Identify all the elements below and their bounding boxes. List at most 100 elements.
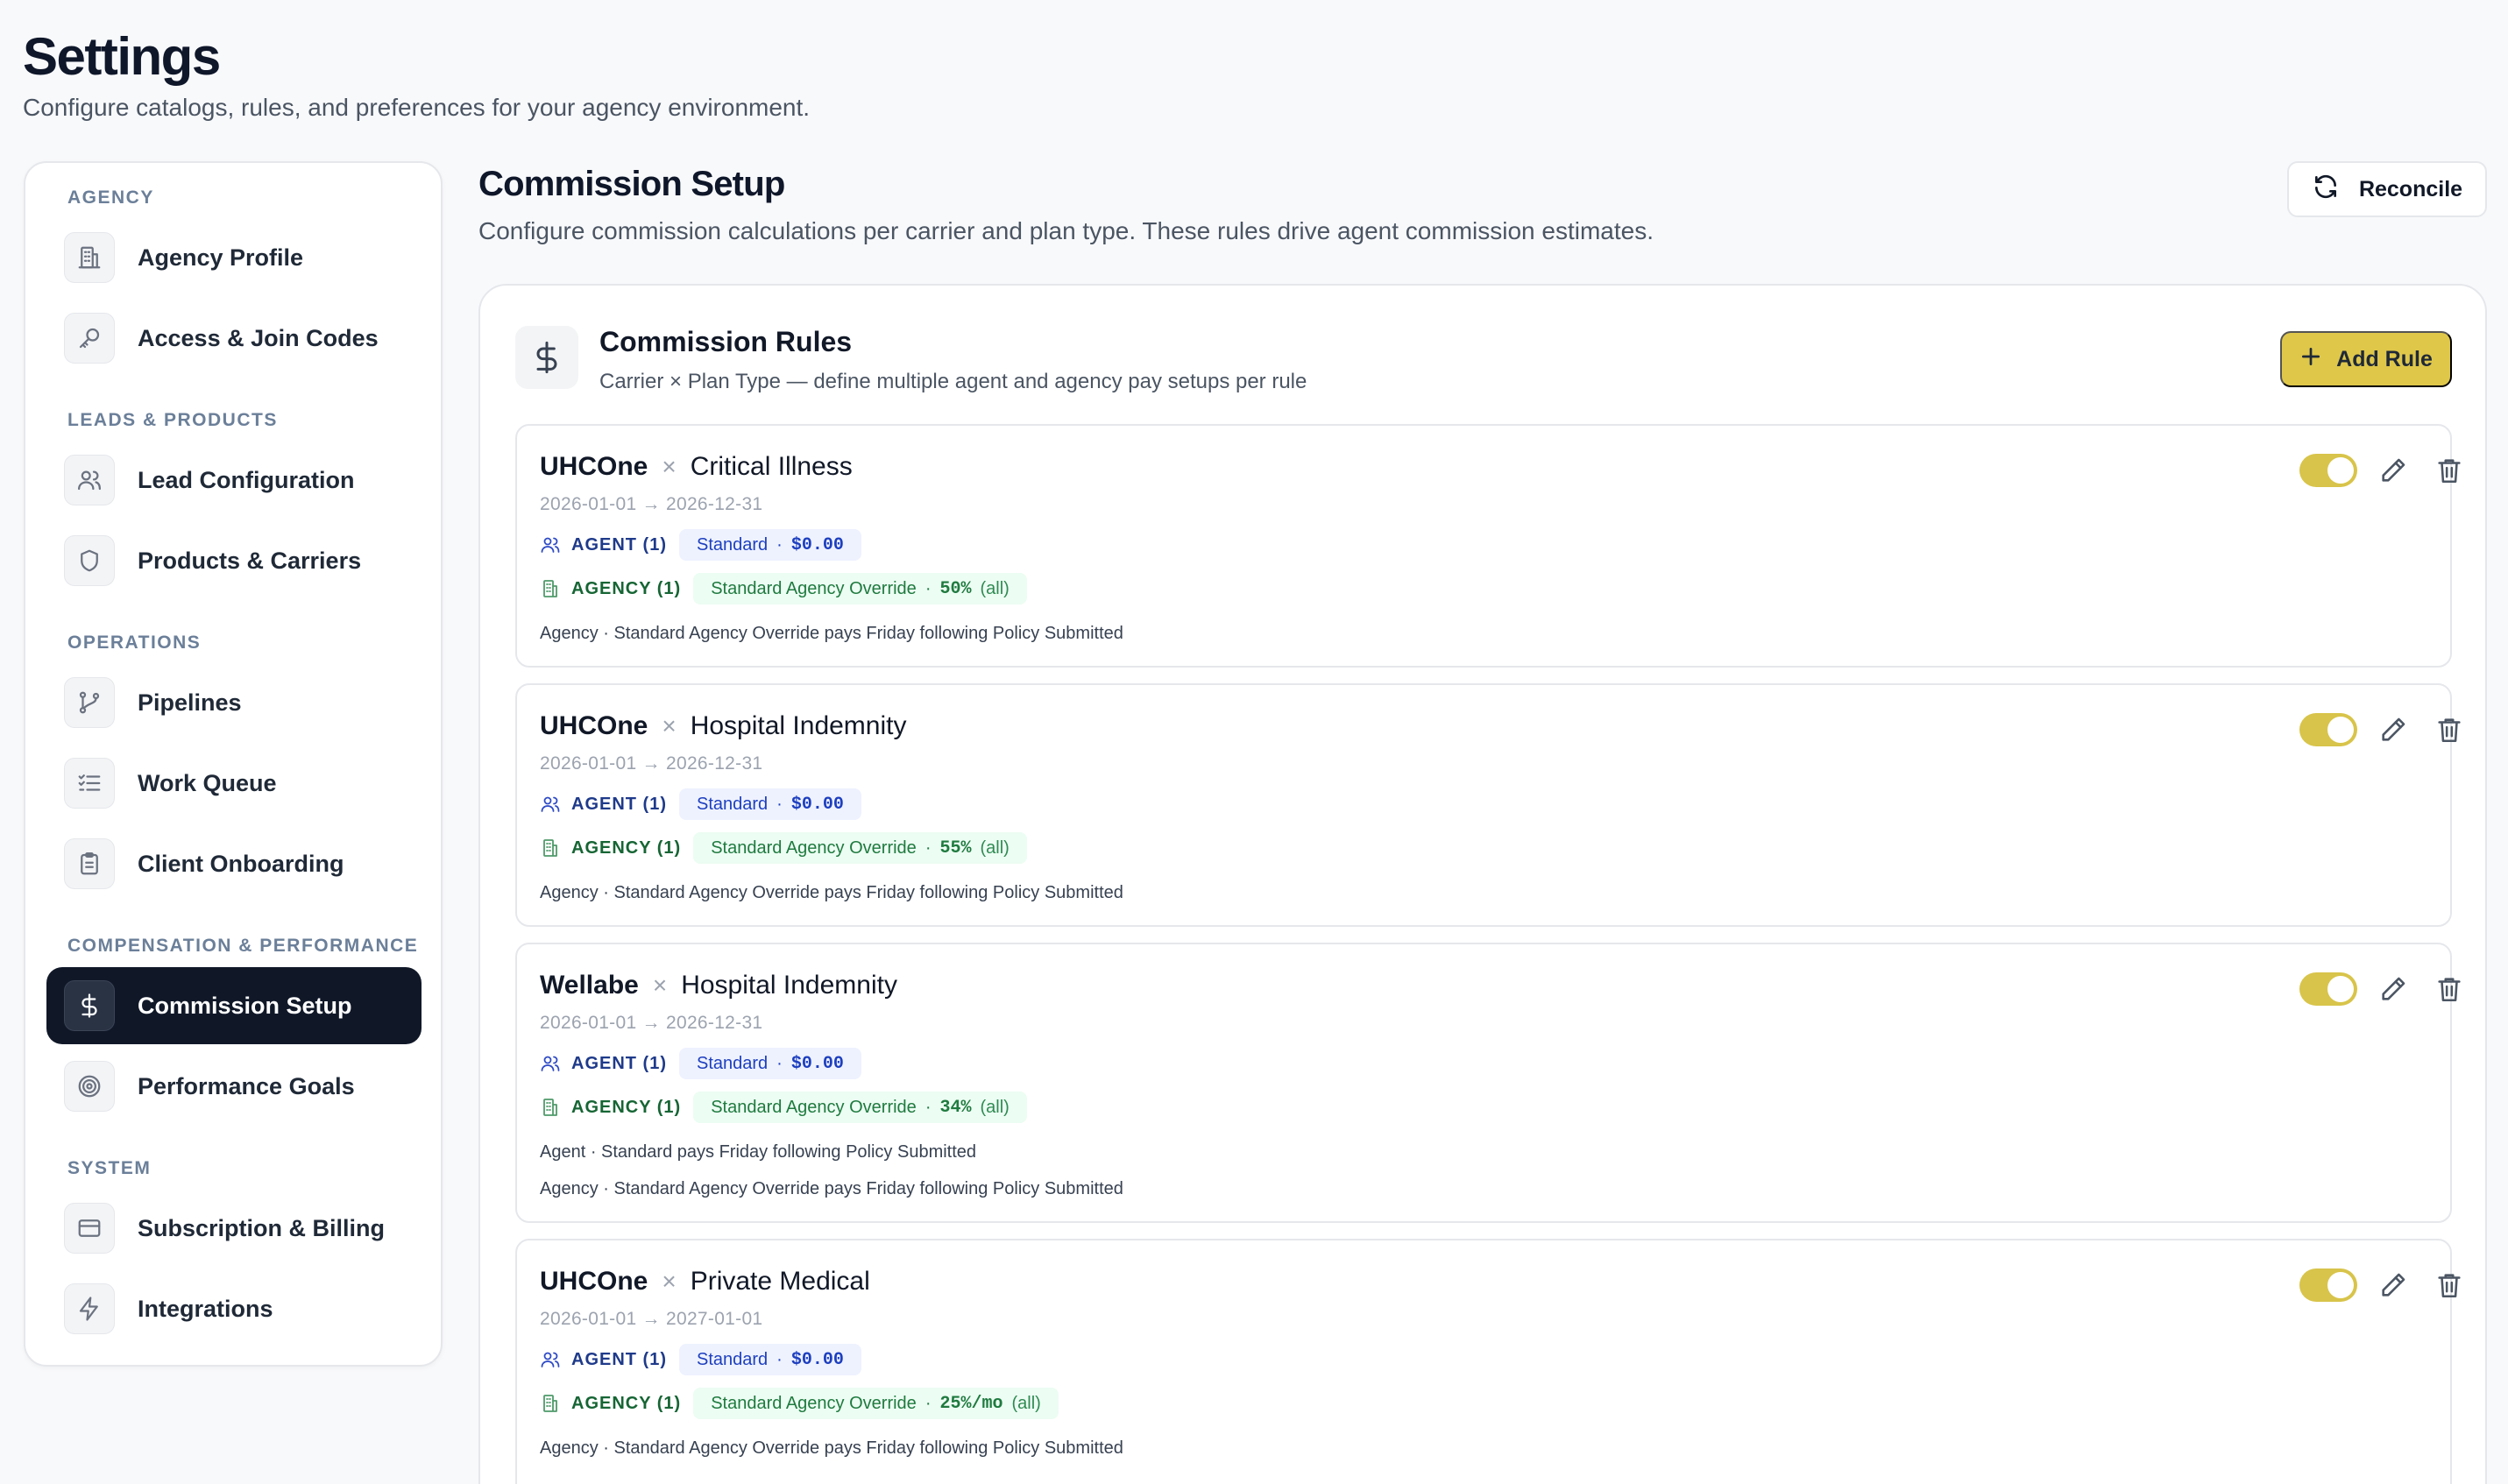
add-rule-button[interactable]: Add Rule	[2280, 331, 2452, 387]
sidebar-section-system: System	[67, 1158, 152, 1178]
sidebar-item-subscription-billing[interactable]: Subscription & Billing	[46, 1190, 422, 1267]
agent-count: AGENT (1)	[571, 1349, 667, 1369]
agency-setup-pill[interactable]: Standard Agency Override · 25%/mo (all)	[693, 1388, 1059, 1419]
agent-count: AGENT (1)	[571, 794, 667, 814]
sidebar-item-pipelines[interactable]: Pipelines	[46, 664, 422, 741]
rule-heading: UHCOne × Critical Illness	[540, 452, 853, 482]
pencil-icon[interactable]	[2378, 974, 2408, 1004]
rule-heading: Wellabe × Hospital Indemnity	[540, 971, 897, 1000]
sidebar-item-label: Work Queue	[138, 769, 277, 796]
trash-icon[interactable]	[2434, 974, 2464, 1004]
rule-enabled-toggle[interactable]	[2299, 972, 2357, 1006]
rules-subtitle: Carrier × Plan Type — define multiple ag…	[599, 370, 1307, 393]
git-branch-icon	[64, 677, 115, 728]
sidebar-item-products-carriers[interactable]: Products & Carriers	[46, 522, 422, 599]
agency-pay-note: Agency · Standard Agency Override pays F…	[540, 624, 1123, 643]
agent-setup-row: AGENT (1) Standard · $0.00	[540, 788, 861, 820]
sidebar-item-client-onboarding[interactable]: Client Onboarding	[46, 825, 422, 902]
agency-setup-name: Standard Agency Override	[711, 578, 917, 598]
sidebar-item-label: Client Onboarding	[138, 850, 344, 877]
agency-setup-row: AGENCY (1) Standard Agency Override · 55%(…	[540, 832, 1027, 864]
agent-setup-pill[interactable]: Standard · $0.00	[679, 1344, 861, 1375]
users-icon	[541, 796, 560, 812]
sidebar-item-work-queue[interactable]: Work Queue	[46, 745, 422, 822]
agency-setup-scope: (all)	[980, 1097, 1010, 1117]
agent-setup-amount: $0.00	[790, 534, 844, 555]
credit-card-icon	[64, 1203, 115, 1254]
trash-icon[interactable]	[2434, 1270, 2464, 1300]
pencil-icon[interactable]	[2378, 1270, 2408, 1300]
building-icon	[543, 839, 557, 857]
times-icon: ×	[662, 1268, 677, 1295]
agency-setup-name: Standard Agency Override	[711, 1097, 917, 1117]
times-icon: ×	[652, 972, 668, 999]
agency-setup-amount: 55%	[939, 837, 972, 859]
sidebar-section-leads-products: Leads & Products	[67, 410, 278, 430]
commission-rules-card: Commission Rules Carrier × Plan Type — d…	[478, 284, 2487, 1484]
agent-setup-name: Standard	[697, 1349, 769, 1369]
target-icon	[64, 1061, 115, 1112]
sidebar-item-access-join-codes[interactable]: Access & Join Codes	[46, 300, 422, 377]
agency-setup-name: Standard Agency Override	[711, 837, 917, 858]
section-title: Commission Setup	[478, 165, 785, 203]
agency-setup-pill[interactable]: Standard Agency Override · 50% (all)	[693, 573, 1027, 604]
agency-setup-row: AGENCY (1) Standard Agency Override · 34%(…	[540, 1092, 1027, 1123]
sidebar-item-integrations[interactable]: Integrations	[46, 1270, 422, 1347]
sidebar-item-lead-configuration[interactable]: Lead Configuration	[46, 442, 422, 519]
list-checks-icon	[64, 758, 115, 809]
building-icon	[543, 580, 557, 597]
agency-count: AGENCY (1)	[571, 1393, 682, 1413]
rule-card: UHCOne × Private Medical 2026-01-01 → 20…	[515, 1239, 2461, 1484]
sidebar-item-label: Subscription & Billing	[138, 1214, 385, 1241]
settings-sidebar: Agency Agency Profile Access & Join Code…	[24, 161, 443, 1367]
sidebar-item-agency-profile[interactable]: Agency Profile	[46, 219, 422, 296]
plus-icon	[2299, 345, 2322, 374]
users-icon	[541, 1352, 560, 1367]
sidebar-item-label: Commission Setup	[138, 992, 352, 1019]
pencil-icon[interactable]	[2378, 715, 2408, 745]
section-subtitle: Configure commission calculations per ca…	[478, 217, 1654, 244]
agent-setup-pill[interactable]: Standard · $0.00	[679, 529, 861, 561]
trash-icon[interactable]	[2434, 456, 2464, 485]
dollar-icon	[64, 980, 115, 1031]
agency-setup-amount: 50%	[939, 578, 972, 599]
agent-setup-pill[interactable]: Standard · $0.00	[679, 1048, 861, 1079]
times-icon: ×	[662, 712, 677, 739]
sidebar-item-performance-goals[interactable]: Performance Goals	[46, 1048, 422, 1125]
rule-enabled-toggle[interactable]	[2299, 454, 2357, 487]
key-icon	[64, 313, 115, 364]
agency-setup-amount: 34%	[939, 1097, 972, 1118]
agent-setup-name: Standard	[697, 534, 769, 555]
pencil-icon[interactable]	[2378, 456, 2408, 485]
rule-card: UHCOne × Critical Illness 2026-01-01 → 2…	[515, 424, 2461, 668]
agent-setup-name: Standard	[697, 1053, 769, 1073]
rule-enabled-toggle[interactable]	[2299, 713, 2357, 746]
agent-setup-amount: $0.00	[790, 1053, 844, 1074]
trash-icon[interactable]	[2434, 715, 2464, 745]
agent-count: AGENT (1)	[571, 1053, 667, 1073]
reconcile-button[interactable]: Reconcile	[2287, 161, 2487, 217]
rule-enabled-toggle[interactable]	[2299, 1268, 2357, 1302]
rule-heading: UHCOne × Hospital Indemnity	[540, 711, 907, 741]
agent-setup-pill[interactable]: Standard · $0.00	[679, 788, 861, 820]
agency-pay-note: Agency · Standard Agency Override pays F…	[540, 1438, 1123, 1458]
rule-carrier: UHCOne	[540, 1267, 648, 1296]
sidebar-section-compensation: Compensation & Performance	[67, 936, 419, 956]
rule-carrier: UHCOne	[540, 711, 648, 740]
users-icon	[541, 537, 560, 553]
agent-setup-row: AGENT (1) Standard · $0.00	[540, 1344, 861, 1375]
page-title: Settings	[23, 27, 221, 86]
sidebar-item-label: Integrations	[138, 1295, 273, 1322]
agency-pay-note: Agency · Standard Agency Override pays F…	[540, 883, 1123, 902]
agency-setup-pill[interactable]: Standard Agency Override · 55% (all)	[693, 832, 1027, 864]
rule-dates: 2026-01-01 → 2026-12-31	[540, 1013, 763, 1033]
rule-plan: Hospital Indemnity	[681, 971, 897, 1000]
agency-pay-note: Agency · Standard Agency Override pays F…	[540, 1179, 1123, 1198]
sidebar-item-commission-setup[interactable]: Commission Setup	[46, 967, 422, 1044]
agency-setup-pill[interactable]: Standard Agency Override · 34% (all)	[693, 1092, 1027, 1123]
dollar-icon	[515, 326, 578, 389]
page-subtitle: Configure catalogs, rules, and preferenc…	[23, 94, 811, 121]
agency-setup-scope: (all)	[980, 837, 1010, 858]
agency-count: AGENCY (1)	[571, 837, 682, 858]
agent-count: AGENT (1)	[571, 534, 667, 555]
